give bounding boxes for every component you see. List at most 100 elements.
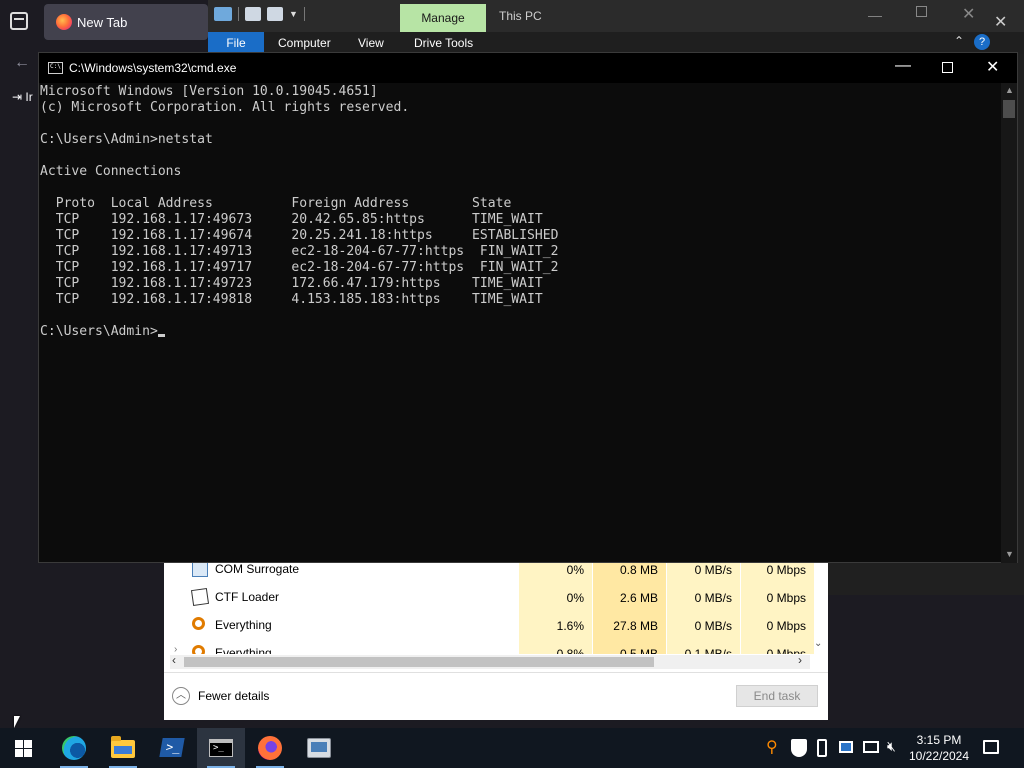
quick-access-toolbar: ▼: [214, 7, 305, 21]
start-button[interactable]: [0, 728, 48, 768]
network-cell: 0 Mbps: [740, 612, 814, 640]
cmd-titlebar[interactable]: C:\Windows\system32\cmd.exe — ✕: [39, 53, 1017, 83]
mouse-pointer-icon: [14, 716, 20, 728]
cpu-cell: 1.6%: [518, 612, 592, 640]
console-output[interactable]: Microsoft Windows [Version 10.0.19045.46…: [39, 83, 1001, 563]
command-prompt-window: C:\Windows\system32\cmd.exe — ✕ Microsof…: [38, 52, 1018, 563]
explorer-titlebar: ▼ Manage This PC — ✕: [208, 0, 1024, 32]
process-name: Everything: [215, 618, 272, 632]
chevron-up-icon[interactable]: ︿: [172, 687, 190, 705]
process-row[interactable]: CTF Loader 0% 2.6 MB 0 MB/s 0 Mbps: [164, 584, 814, 612]
file-tab[interactable]: File: [208, 32, 264, 54]
windows-logo-icon: [15, 740, 33, 757]
task-manager-window: COM Surrogate 0% 0.8 MB 0 MB/s 0 Mbps CT…: [164, 556, 828, 720]
taskbar-firefox[interactable]: [246, 728, 294, 768]
firefox-logo-icon: [56, 14, 72, 30]
taskbar-powershell[interactable]: >_: [148, 728, 196, 768]
edge-icon: [62, 736, 86, 760]
tab-list-icon[interactable]: [10, 12, 28, 30]
command-prompt-icon: [209, 739, 233, 757]
scroll-down-icon[interactable]: ▼: [1005, 549, 1014, 559]
vertical-scrollbar[interactable]: ▲ ▼: [1001, 83, 1017, 563]
taskbar-command-prompt[interactable]: [197, 728, 245, 768]
system-clock[interactable]: 3:15 PM 10/22/2024: [906, 732, 972, 764]
disk-cell: 0 MB/s: [666, 612, 740, 640]
tab-drive-tools[interactable]: Drive Tools: [414, 36, 473, 50]
tab-label: New Tab: [77, 15, 128, 30]
taskbar-edge[interactable]: [50, 728, 98, 768]
new-folder-icon[interactable]: [267, 7, 283, 21]
collapse-ribbon-icon[interactable]: ⌃: [954, 34, 964, 48]
console-line: Microsoft Windows [Version 10.0.19045.46…: [40, 84, 378, 99]
properties-icon[interactable]: [245, 7, 261, 21]
console-line: TCP 192.168.1.17:49713 ec2-18-204-67-77:…: [40, 244, 559, 259]
sign-in-item[interactable]: ⇥ Ir: [12, 90, 33, 104]
task-manager-footer: ︿ Fewer details End task: [164, 672, 828, 720]
console-line: TCP 192.168.1.17:49818 4.153.185.183:htt…: [40, 292, 543, 307]
scroll-right-icon[interactable]: ›: [798, 653, 802, 667]
maximize-icon[interactable]: [916, 6, 927, 17]
scrollbar-thumb[interactable]: [1003, 100, 1015, 118]
taskbar: >_ ⚲ 🔇︎ 3:15 PM 10/22/2024: [0, 728, 1024, 768]
qat-dropdown-icon[interactable]: ▼: [289, 9, 298, 19]
minimize-icon[interactable]: —: [868, 7, 882, 23]
display-icon[interactable]: [839, 741, 853, 753]
cpu-cell: 0.8%: [518, 640, 592, 654]
close-icon[interactable]: ✕: [986, 57, 999, 77]
firefox-icon: [258, 736, 282, 760]
console-line: C:\Users\Admin>netstat: [40, 132, 213, 147]
close-icon[interactable]: ✕: [962, 4, 975, 24]
tab-view[interactable]: View: [358, 36, 384, 50]
process-row[interactable]: › Everything 0.8% 0.5 MB 0.1 MB/s 0 Mbps: [164, 640, 814, 654]
fewer-details-link[interactable]: Fewer details: [198, 689, 269, 703]
security-shield-icon[interactable]: [791, 739, 807, 757]
console-text: Microsoft Windows [Version 10.0.19045.46…: [40, 84, 1001, 324]
taskbar-file-explorer[interactable]: [99, 728, 147, 768]
tab-computer[interactable]: Computer: [278, 36, 331, 50]
back-arrow-icon[interactable]: ←: [14, 54, 30, 72]
horizontal-scrollbar[interactable]: ‹ ›: [170, 653, 810, 669]
process-name: COM Surrogate: [215, 562, 300, 576]
end-task-button[interactable]: End task: [736, 685, 818, 707]
qat-separator: [303, 7, 305, 21]
text-cursor: [157, 334, 165, 337]
maximize-icon[interactable]: [942, 62, 953, 73]
help-icon[interactable]: ?: [974, 34, 990, 50]
tab-new-tab[interactable]: New Tab: [44, 4, 208, 40]
taskbar-remote-desktop[interactable]: [295, 728, 343, 768]
minimize-icon[interactable]: —: [895, 57, 911, 75]
everything-search-icon: [192, 645, 205, 654]
this-pc-icon: [214, 7, 232, 21]
cpu-cell: 0%: [518, 584, 592, 612]
scroll-up-icon[interactable]: ▲: [1005, 85, 1014, 95]
process-name: CTF Loader: [215, 590, 280, 604]
volume-muted-icon[interactable]: 🔇︎: [887, 738, 896, 755]
prompt-text: C:\Users\Admin>: [40, 324, 158, 339]
memory-cell: 27.8 MB: [592, 612, 666, 640]
manage-contextual-tab[interactable]: Manage: [400, 4, 486, 32]
notification-center-icon[interactable]: [983, 740, 999, 754]
console-prompt-line[interactable]: C:\Users\Admin>: [40, 324, 1001, 340]
console-line: TCP 192.168.1.17:49673 20.42.65.85:https…: [40, 212, 543, 227]
usb-device-icon[interactable]: [817, 739, 827, 757]
com-surrogate-icon: [192, 561, 208, 577]
ctf-loader-icon: [190, 587, 210, 607]
close-icon[interactable]: ✕: [994, 12, 1007, 32]
cmd-app-icon[interactable]: [48, 62, 63, 74]
scrollbar-thumb[interactable]: [184, 657, 654, 667]
everything-tray-icon[interactable]: ⚲: [766, 737, 778, 757]
qat-separator: [238, 7, 239, 21]
network-cell: 0 Mbps: [740, 640, 814, 654]
firefox-tabstrip: New Tab: [0, 0, 210, 44]
clock-time: 3:15 PM: [916, 733, 962, 747]
scroll-left-icon[interactable]: ‹: [172, 653, 176, 667]
sign-in-label: Ir: [25, 90, 33, 104]
scroll-down-icon[interactable]: ⌄: [814, 638, 822, 649]
network-icon[interactable]: [863, 741, 879, 753]
console-line: TCP 192.168.1.17:49674 20.25.241.18:http…: [40, 228, 559, 243]
process-row[interactable]: Everything 1.6% 27.8 MB 0 MB/s 0 Mbps: [164, 612, 814, 640]
folder-icon: [111, 736, 135, 758]
